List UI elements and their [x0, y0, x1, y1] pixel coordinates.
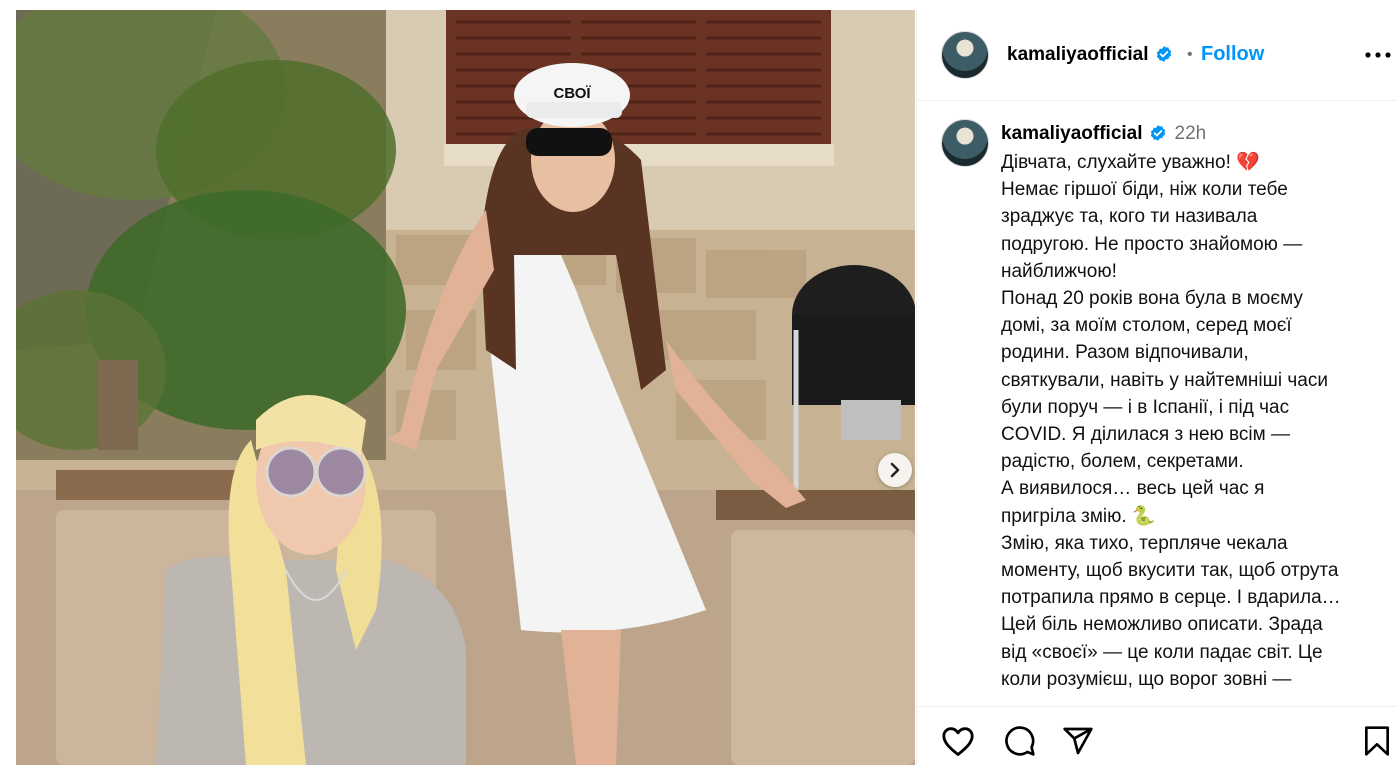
save-button[interactable] [1363, 725, 1391, 762]
post-photo[interactable]: СВОЇ [16, 10, 915, 765]
caption-line: Понад 20 років вона була в моєму домі, з… [1001, 288, 1328, 473]
caption-comment: kamaliyaofficial 22h Дівчата, слухайте ув… [917, 101, 1397, 705]
author-username[interactable]: kamaliyaofficial [1007, 44, 1173, 69]
comment-button[interactable] [1003, 725, 1037, 762]
username-text[interactable]: kamaliyaofficial [1001, 123, 1143, 144]
caption-line: Дівчата, слухайте уважно! 💔 [1001, 152, 1260, 173]
heart-icon [941, 727, 975, 761]
avatar[interactable] [941, 119, 989, 167]
username-text[interactable]: kamaliyaofficial [1007, 44, 1149, 65]
chevron-right-icon [887, 462, 903, 478]
carousel-next-button[interactable] [878, 453, 912, 487]
caption-header: kamaliyaofficial 22h [1001, 123, 1206, 148]
caption-line: Цей біль неможливо описати. Зрада від «с… [1001, 614, 1323, 690]
avatar[interactable] [941, 31, 989, 79]
bookmark-icon [1363, 726, 1391, 761]
post-timestamp[interactable]: 22h [1175, 123, 1207, 144]
post-image: СВОЇ [16, 10, 915, 765]
cap-print: СВОЇ [553, 85, 591, 102]
share-icon [1061, 727, 1095, 761]
caption-line: Змію, яка тихо, терпляче чекала моменту,… [1001, 532, 1341, 609]
post-header: kamaliyaofficial • Follow [917, 10, 1397, 101]
author-username[interactable]: kamaliyaofficial [1001, 123, 1167, 144]
verified-badge-icon [1149, 124, 1167, 148]
caption-line: А виявилося… весь цей час я пригріла змі… [1001, 478, 1265, 527]
caption-text: Дівчата, слухайте уважно! 💔 Немає гіршої… [1001, 149, 1341, 693]
more-options-icon[interactable] [1365, 46, 1391, 64]
comment-icon [1003, 726, 1037, 761]
separator-dot: • [1187, 46, 1193, 63]
post-sidebar: kamaliyaofficial • Follow kamaliyaoffici… [916, 10, 1397, 765]
caption-line: Немає гіршої біди, ніж коли тебе зраджує… [1001, 179, 1303, 282]
like-button[interactable] [941, 725, 975, 762]
follow-button[interactable]: Follow [1201, 43, 1264, 66]
verified-badge-icon [1155, 45, 1173, 69]
action-bar [917, 706, 1397, 766]
share-button[interactable] [1061, 725, 1095, 762]
